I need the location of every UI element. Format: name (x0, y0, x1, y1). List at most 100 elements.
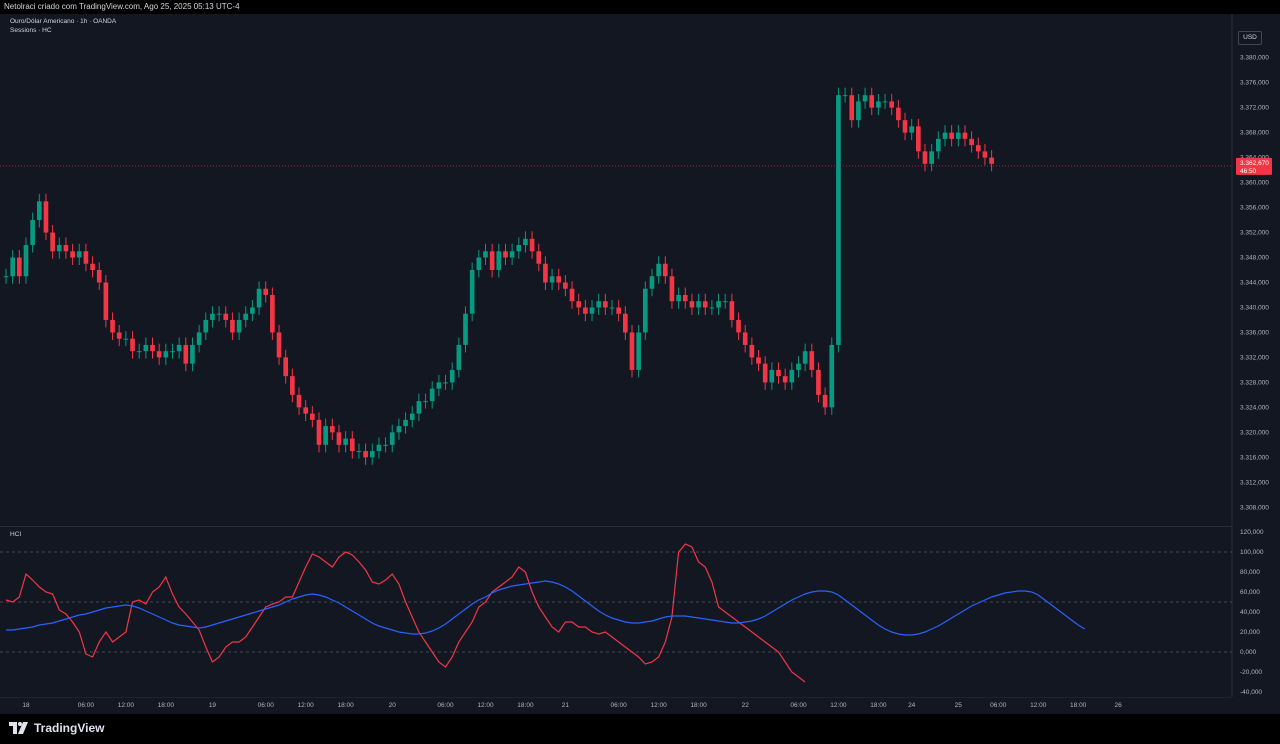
candle-body (316, 419, 322, 445)
candle-body (136, 351, 142, 353)
hci-tick-label: 100,000 (1240, 549, 1264, 556)
candle-body (603, 301, 608, 308)
time-axis[interactable]: 18 06:00 12:00 18:00 19 06:00 12:00 18:00 20 06:0… (0, 697, 1280, 714)
time-tick-label: 12:00 (477, 702, 494, 709)
sessions-indicator-legend[interactable]: Sessions · HC (10, 26, 116, 35)
price-tick-label: 3.336,000 (1240, 329, 1269, 336)
candle-body (716, 301, 721, 308)
time-tick-label: 12:00 (650, 702, 667, 709)
candle-body (203, 319, 209, 333)
time-tick-label: 20 (389, 702, 397, 709)
price-chart[interactable]: 3.380,000 3.376,000 3.372,000 3.368,000 3.36… (0, 14, 1280, 526)
candle-body (356, 451, 362, 453)
candle-body (862, 95, 868, 102)
hci-series-line (6, 580, 1086, 636)
chart-area[interactable]: 3.380,000 3.376,000 3.372,000 3.368,000 3.36… (0, 14, 1280, 714)
candle-body (523, 238, 528, 246)
time-tick-label: 18 (22, 702, 30, 709)
candle-body (483, 251, 488, 258)
time-tick-label: 12:00 (830, 702, 847, 709)
candle-body (689, 301, 695, 308)
hci-indicator-pane[interactable]: 120,000 100,000 80,000 60,000 40,000 20,000 0,… (0, 527, 1280, 697)
candle-body (343, 438, 348, 445)
candle-body (629, 332, 635, 370)
candle-body (616, 307, 622, 314)
price-tick-label: 3.308,000 (1240, 504, 1269, 511)
candle-body (30, 220, 35, 246)
hci-tick-label: 120,000 (1240, 529, 1264, 536)
time-tick-label: 06:00 (437, 702, 454, 709)
candle-body (869, 95, 875, 108)
candle-body (303, 407, 309, 414)
time-tick-label: 19 (209, 702, 217, 709)
tradingview-logo[interactable]: TradingView (8, 721, 104, 735)
candle-body (103, 282, 109, 320)
time-tick-label: 18:00 (337, 702, 354, 709)
candle-body (463, 313, 468, 345)
candle-body (642, 288, 648, 333)
candle-body (709, 307, 715, 309)
candle-body (270, 294, 275, 333)
candle-body (656, 263, 661, 277)
candle-body (916, 126, 921, 152)
candle-body (183, 344, 189, 364)
time-tick-label: 12:00 (1030, 702, 1047, 709)
candle-body (649, 276, 655, 289)
candle-body (949, 132, 954, 139)
candle-body (256, 288, 262, 308)
candle-body (829, 344, 835, 408)
candle-body (529, 238, 535, 252)
candle-body (349, 438, 355, 452)
candle-body (310, 413, 315, 420)
price-tick-label: 3.376,000 (1240, 80, 1269, 87)
candle-body (116, 332, 122, 339)
price-tick-label: 3.320,000 (1240, 429, 1269, 436)
price-tick-label: 3.360,000 (1240, 180, 1269, 187)
candle-body (622, 313, 628, 333)
candle-body (729, 301, 735, 320)
price-tick-label: 3.352,000 (1240, 230, 1269, 237)
candle-body (676, 294, 681, 302)
candle-body (210, 313, 215, 320)
candle-body (536, 251, 542, 264)
candle-body (935, 138, 941, 152)
price-tick-label: 3.368,000 (1240, 130, 1269, 137)
candle-body (389, 432, 395, 445)
time-tick-label: 06:00 (990, 702, 1007, 709)
candle-body (376, 444, 382, 452)
candle-body (583, 307, 588, 314)
price-tick-label: 3.348,000 (1240, 255, 1269, 262)
candle-body (736, 319, 741, 333)
candle-body (36, 201, 42, 221)
hci-legend[interactable]: HCI (10, 530, 21, 539)
candle-body (10, 257, 15, 277)
candle-body (243, 313, 249, 320)
candle-body (423, 401, 428, 403)
candle-body (383, 444, 388, 446)
candle-body (756, 357, 761, 364)
candle-body (882, 101, 888, 103)
candle-body (982, 151, 988, 158)
candle-body (589, 307, 595, 314)
candle-body (929, 151, 934, 164)
candle-body (369, 451, 375, 458)
candle-body (250, 307, 255, 314)
time-tick-label: 26 (1115, 702, 1123, 709)
hci-tick-label: 80,000 (1240, 569, 1260, 576)
symbol-legend[interactable]: Ouro/Dólar Americano · 1h · OANDA (10, 17, 116, 26)
candle-body (762, 363, 768, 383)
candle-body (50, 232, 55, 252)
candle-body (962, 132, 968, 139)
candle-body (150, 344, 155, 352)
currency-button[interactable]: USD (1238, 31, 1262, 45)
candle-body (96, 270, 102, 283)
time-tick-label: 21 (562, 702, 570, 709)
candle-body (16, 257, 22, 277)
candle-body (329, 426, 335, 433)
candle-body (669, 276, 675, 302)
time-tick-label: 06:00 (790, 702, 807, 709)
candle-body (396, 426, 402, 433)
time-tick-label: 06:00 (611, 702, 628, 709)
candle-body (130, 338, 135, 352)
time-tick-label: 18:00 (690, 702, 707, 709)
